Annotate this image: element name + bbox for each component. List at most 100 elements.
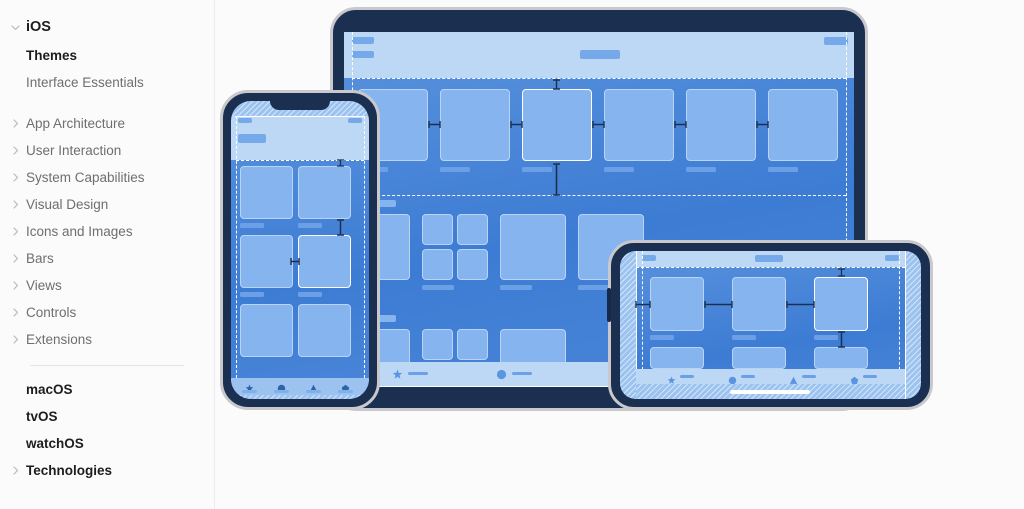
card-caption: [650, 335, 674, 340]
chevron-right-icon[interactable]: [8, 144, 22, 158]
sidebar-item-user-interaction[interactable]: User Interaction: [0, 137, 214, 164]
card: [768, 89, 838, 161]
spacing-mark-vertical: [837, 268, 846, 277]
phone-title-chip: [238, 134, 266, 143]
phone-guide-left: [236, 116, 237, 378]
tablet-guide-row1-bottom: [352, 195, 846, 196]
sidebar-item-ios[interactable]: iOS: [0, 12, 214, 42]
device-phone-portrait: [220, 90, 380, 410]
tab-label-line: [274, 390, 289, 393]
phone-landscape-safe-zone-right: [905, 251, 921, 399]
circle-icon[interactable]: [496, 367, 507, 385]
chevron-right-icon[interactable]: [8, 225, 22, 239]
sidebar-item-watchos[interactable]: watchOS: [0, 430, 214, 457]
sidebar-item-visual-design[interactable]: Visual Design: [0, 191, 214, 218]
sidebar-item-label: Icons and Images: [26, 223, 133, 239]
card-caption: [240, 223, 264, 228]
card: [298, 304, 351, 357]
sidebar-item-icons-and-images[interactable]: Icons and Images: [0, 218, 214, 245]
tab-label-line: [242, 390, 257, 393]
chevron-right-icon[interactable]: [8, 333, 22, 347]
chevron-right-icon[interactable]: [8, 198, 22, 212]
card-caption: [298, 292, 322, 297]
tab-label-line: [680, 375, 694, 378]
phone-status-chip-right: [348, 118, 362, 123]
phone-home-indicator-zone: [231, 395, 369, 399]
card-caption: [604, 167, 634, 172]
sidebar-item-interface-essentials[interactable]: Interface Essentials: [0, 69, 214, 96]
sidebar-item-label: Technologies: [26, 462, 113, 478]
card: [240, 304, 293, 357]
sidebar-item-controls[interactable]: Controls: [0, 299, 214, 326]
card: [650, 347, 704, 369]
sidebar-item-label: iOS: [26, 18, 51, 35]
phone-landscape-guide-left: [642, 251, 643, 385]
star-icon[interactable]: [392, 367, 403, 385]
card: [440, 89, 510, 161]
card-caption: [522, 167, 552, 172]
chevron-right-icon[interactable]: [8, 171, 22, 185]
sidebar-item-system-capabilities[interactable]: System Capabilities: [0, 164, 214, 191]
spacing-mark-horizontal: [756, 120, 769, 129]
tab-label-line: [338, 390, 353, 393]
adaptive-layout-illustration: [215, 0, 1024, 509]
chevron-right-icon[interactable]: [8, 117, 22, 131]
card-caption: [814, 335, 838, 340]
phone-landscape-safe-zone-left: [620, 251, 636, 399]
sidebar-item-bars[interactable]: Bars: [0, 245, 214, 272]
spacing-mark-horizontal: [510, 120, 523, 129]
card-caption: [298, 223, 322, 228]
tab-label-line: [802, 375, 816, 378]
card: [298, 166, 351, 219]
tablet-status-chip-b: [352, 51, 374, 58]
chevron-right-icon[interactable]: [8, 464, 22, 478]
spacing-mark-vertical: [552, 79, 561, 90]
phone-landscape-side-button[interactable]: [607, 288, 611, 322]
card-highlighted: [298, 235, 351, 288]
card: [732, 347, 786, 369]
tab-label-line: [408, 372, 428, 375]
card-caption: [440, 167, 470, 172]
sidebar-item-app-architecture[interactable]: App Architecture: [0, 110, 214, 137]
sidebar-item-views[interactable]: Views: [0, 272, 214, 299]
spacing-mark-horizontal: [786, 300, 815, 309]
card: [686, 89, 756, 161]
phone-landscape-guide-header-bottom: [636, 267, 905, 268]
sidebar-item-label: App Architecture: [26, 115, 126, 131]
device-phone-landscape: [607, 240, 933, 410]
tab-label-line: [863, 375, 877, 378]
card-sub: [457, 249, 488, 280]
chevron-down-icon[interactable]: [8, 20, 22, 34]
chevron-right-icon[interactable]: [8, 306, 22, 320]
card-sub: [422, 214, 453, 245]
sidebar-item-tvos[interactable]: tvOS: [0, 403, 214, 430]
sidebar-item-label: macOS: [26, 381, 73, 397]
spacing-mark-horizontal: [592, 120, 605, 129]
sidebar-item-themes[interactable]: Themes: [0, 42, 214, 69]
hig-page: iOS Themes Interface Essentials App Arch…: [0, 0, 1024, 509]
card-highlighted: [522, 89, 592, 161]
phone-landscape-home-indicator: [730, 390, 810, 394]
sidebar-item-label: Interface Essentials: [26, 74, 144, 90]
spacing-mark-vertical: [336, 159, 345, 167]
tablet-status-chip-right: [824, 37, 848, 45]
chevron-right-icon[interactable]: [8, 279, 22, 293]
spacing-mark-horizontal: [704, 300, 733, 309]
phone-landscape-guide-right: [899, 251, 900, 385]
spacing-mark-vertical: [336, 219, 345, 236]
sidebar-item-extensions[interactable]: Extensions: [0, 326, 214, 353]
phone-screen: [231, 101, 369, 399]
sidebar-item-label: Views: [26, 277, 62, 293]
tab-label-line: [306, 390, 321, 393]
phone-landscape-guide-outer-right: [905, 251, 906, 399]
card: [500, 214, 566, 280]
sidebar-item-technologies[interactable]: Technologies: [0, 457, 214, 484]
spacing-mark-horizontal: [674, 120, 687, 129]
card-caption: [768, 167, 798, 172]
phone-landscape-title-chip: [755, 255, 783, 262]
card-caption: [422, 285, 454, 290]
sidebar-item-macos[interactable]: macOS: [0, 376, 214, 403]
sidebar-item-label: User Interaction: [26, 142, 122, 158]
chevron-right-icon[interactable]: [8, 252, 22, 266]
